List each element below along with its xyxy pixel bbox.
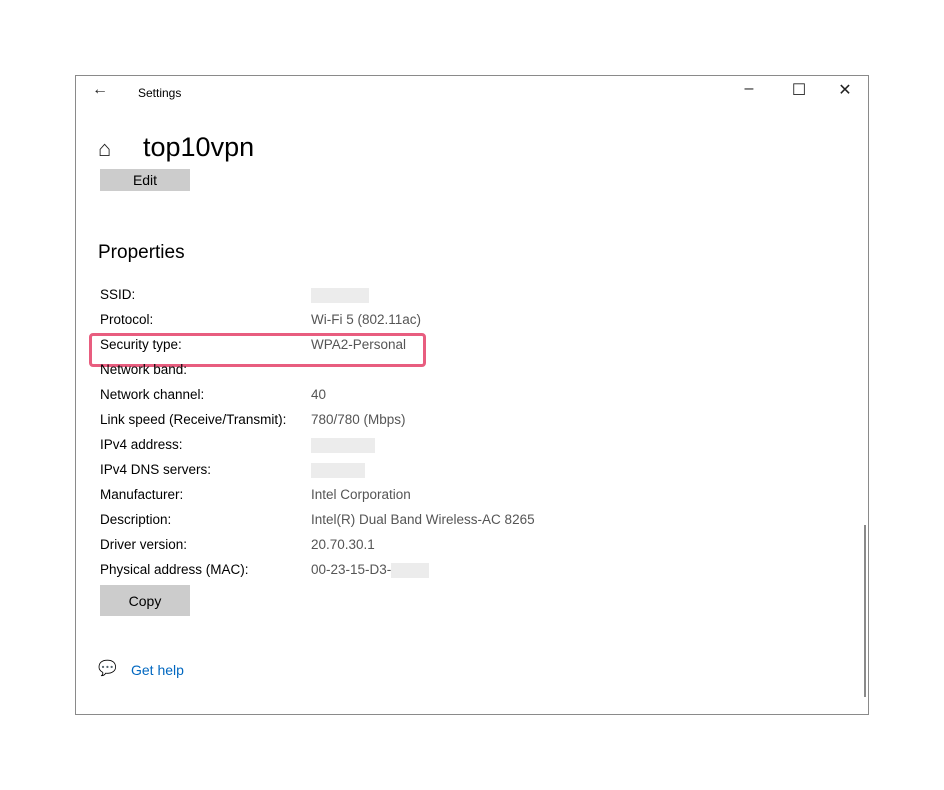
property-value [311, 462, 365, 478]
edit-button[interactable]: Edit [100, 169, 190, 191]
home-icon[interactable]: ⌂ [98, 136, 111, 162]
settings-window: ← Settings – ☐ ✕ ⌂ top10vpn Edit Propert… [75, 75, 869, 715]
close-button[interactable]: ✕ [830, 80, 860, 100]
property-value: 00-23-15-D3- [311, 562, 430, 578]
property-value: Wi-Fi 5 (802.11ac) [311, 312, 421, 327]
property-value-text: Intel(R) Dual Band Wireless-AC 8265 [311, 512, 535, 527]
property-label: Driver version: [100, 537, 188, 552]
get-help-link[interactable]: Get help [131, 662, 184, 678]
property-label: Manufacturer: [100, 487, 184, 502]
redacted-value [311, 287, 369, 303]
property-value: 20.70.30.1 [311, 537, 375, 552]
property-value-text: 20.70.30.1 [311, 537, 375, 552]
property-label: Physical address (MAC): [100, 562, 249, 577]
property-value-text: Wi-Fi 5 (802.11ac) [311, 312, 422, 327]
property-value-text: Intel Corporation [311, 487, 411, 502]
property-value-text: 780/780 (Mbps) [311, 412, 406, 427]
property-label: IPv4 DNS servers: [100, 462, 212, 477]
scrollbar[interactable] [864, 525, 866, 697]
property-label: SSID: [100, 287, 136, 302]
copy-button[interactable]: Copy [100, 585, 190, 616]
property-value: Intel(R) Dual Band Wireless-AC 8265 [311, 512, 535, 527]
property-value-text: 40 [311, 387, 327, 402]
page-title: top10vpn [143, 132, 255, 162]
property-label: Description: [100, 512, 172, 527]
property-label: Link speed (Receive/Transmit): [100, 412, 287, 427]
properties-heading: Properties [98, 242, 185, 263]
back-arrow-icon[interactable]: ← [92, 81, 108, 99]
property-value: 40 [311, 387, 326, 402]
property-label: Security type: [100, 337, 182, 352]
redacted-value [391, 562, 430, 578]
property-label: Protocol: [100, 312, 154, 327]
property-value-text: 00-23-15-D3- [311, 562, 392, 577]
property-label: Network band: [100, 362, 188, 377]
window-title: Settings [138, 86, 182, 100]
property-value: WPA2-Personal [311, 337, 406, 352]
chat-help-icon: 💬 [98, 660, 117, 677]
property-value-text: WPA2-Personal [311, 337, 407, 352]
property-label: Network channel: [100, 387, 205, 402]
property-value [311, 437, 375, 453]
property-value [311, 287, 369, 303]
redacted-value [311, 462, 365, 478]
redacted-value [311, 437, 375, 453]
property-label: IPv4 address: [100, 437, 183, 452]
maximize-button[interactable]: ☐ [784, 80, 814, 100]
property-value: 780/780 (Mbps) [311, 412, 406, 427]
minimize-button[interactable]: – [734, 80, 764, 98]
property-value: Intel Corporation [311, 487, 411, 502]
